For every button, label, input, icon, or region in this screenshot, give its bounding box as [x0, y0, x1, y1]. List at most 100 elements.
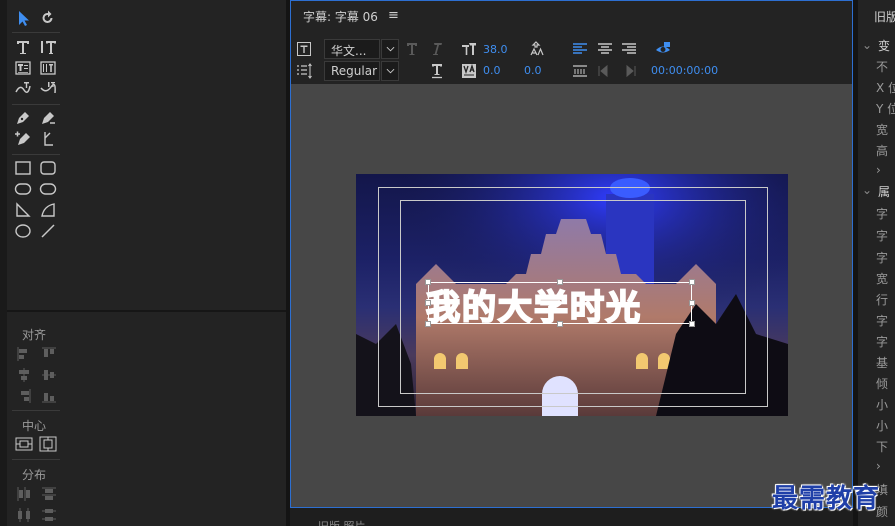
distribute-top-icon [41, 486, 57, 502]
selection-tool-icon[interactable] [12, 9, 34, 27]
property-x-position: X 位 [876, 81, 895, 95]
watermark-logo: 最需教育 [772, 484, 881, 514]
kerning-value[interactable]: 0.0 [483, 64, 501, 77]
property-item: 小 [876, 398, 889, 412]
delete-anchor-point-tool-icon[interactable] [37, 109, 59, 127]
type-tool-icon[interactable] [12, 38, 34, 56]
roll-crawl-left-icon [596, 62, 614, 80]
property-item: 字 [876, 229, 889, 243]
resize-handle[interactable] [689, 300, 695, 306]
resize-handle[interactable] [689, 279, 695, 285]
timecode-value[interactable]: 00:00:00:00 [651, 64, 718, 77]
arc-tool-icon[interactable] [37, 201, 59, 219]
align-text-right-icon[interactable] [620, 40, 638, 58]
align-bottom-icon [41, 388, 57, 404]
resize-handle[interactable] [425, 321, 431, 327]
roll-crawl-right-icon [620, 62, 638, 80]
align-text-left-icon[interactable] [571, 40, 589, 58]
tool-separator [12, 154, 60, 155]
panel-edge [0, 0, 7, 526]
distribute-middle-icon [41, 507, 57, 523]
chevron-down-icon[interactable] [381, 39, 399, 59]
expand-chevron[interactable]: › [876, 459, 881, 473]
rounded-rectangle-tool-icon[interactable] [37, 159, 59, 177]
distribute-center-icon [16, 507, 32, 523]
ellipse-tool-icon[interactable] [12, 222, 34, 240]
property-item: 行 [876, 293, 889, 307]
caption-text[interactable]: 我的大学时光 [425, 280, 642, 329]
chevron-down-icon[interactable]: ⌄ [862, 183, 872, 197]
property-height: 高 [876, 144, 889, 158]
align-horizontal-center-icon [16, 367, 32, 383]
align-right-icon [16, 388, 32, 404]
distribute-label: 分布 [22, 468, 47, 482]
bottom-panel-label: 旧版 照片 [318, 518, 366, 526]
vertical-area-type-tool-icon[interactable] [37, 59, 59, 77]
resize-handle[interactable] [689, 321, 695, 327]
property-item: 字 [876, 335, 889, 349]
tool-separator [12, 410, 60, 411]
show-background-video-icon[interactable] [654, 40, 672, 58]
property-item: 字 [876, 251, 889, 265]
resize-handle[interactable] [425, 279, 431, 285]
kerning-icon [460, 62, 478, 80]
property-width: 宽 [876, 123, 889, 137]
chevron-down-icon[interactable]: ⌄ [862, 38, 872, 52]
center-label: 中心 [22, 419, 47, 433]
rectangle-tool-icon[interactable] [12, 159, 34, 177]
bold-icon [403, 40, 421, 58]
line-tool-icon[interactable] [37, 222, 59, 240]
property-item: 不 [876, 60, 889, 74]
font-size-value[interactable]: 38.0 [483, 43, 508, 56]
add-anchor-point-tool-icon[interactable] [12, 130, 34, 148]
rotation-tool-icon[interactable] [37, 9, 59, 27]
property-item: 宽 [876, 272, 889, 286]
center-vertical-icon[interactable] [39, 436, 57, 452]
rounded-corner-rectangle-tool-icon[interactable] [37, 180, 59, 198]
property-item: 字 [876, 207, 889, 221]
pen-tool-icon[interactable] [12, 109, 34, 127]
resize-handle[interactable] [425, 300, 431, 306]
font-style-select[interactable]: Regular [324, 61, 380, 81]
section-properties[interactable]: 属 [878, 183, 890, 200]
tool-separator [12, 459, 60, 460]
italic-icon [427, 40, 445, 58]
titler-tab-title[interactable]: 字幕: 字幕 06 [303, 8, 378, 25]
tab-stops-icon[interactable] [295, 62, 313, 80]
resize-handle[interactable] [557, 321, 563, 327]
panel-divider [7, 310, 286, 312]
tool-separator [12, 32, 60, 33]
property-item: 小 [876, 419, 889, 433]
leading-value[interactable]: 0.0 [524, 64, 542, 77]
resize-handle[interactable] [557, 279, 563, 285]
wedge-tool-icon[interactable] [12, 201, 34, 219]
tab-stops-ruler-icon[interactable] [571, 62, 589, 80]
font-size-icon [460, 40, 478, 58]
underline-icon[interactable] [428, 62, 446, 80]
property-item: 基 [876, 356, 889, 370]
expand-chevron[interactable]: › [876, 163, 881, 177]
align-top-icon [41, 346, 57, 362]
chevron-down-icon[interactable] [381, 61, 399, 81]
property-y-position: Y 位 [876, 102, 895, 116]
bottom-panel-strip [290, 508, 853, 526]
clipped-corner-rectangle-tool-icon[interactable] [12, 180, 34, 198]
align-text-center-icon[interactable] [596, 40, 614, 58]
font-family-select[interactable]: 华文... [324, 39, 380, 59]
leading-icon [527, 40, 545, 58]
property-item: 下 [876, 440, 889, 454]
new-title-icon[interactable] [295, 40, 313, 58]
align-vertical-center-icon [41, 367, 57, 383]
property-item: 倾 [876, 377, 889, 391]
properties-panel-header[interactable]: 旧版 [874, 8, 895, 25]
center-horizontal-icon[interactable] [15, 436, 33, 452]
convert-anchor-point-tool-icon[interactable] [37, 130, 59, 148]
vertical-type-tool-icon[interactable] [37, 38, 59, 56]
path-type-tool-icon[interactable] [12, 80, 34, 98]
align-label: 对齐 [22, 328, 47, 342]
section-transform[interactable]: 变 [878, 37, 890, 54]
vertical-path-type-tool-icon[interactable] [37, 80, 59, 98]
hamburger-icon[interactable]: ≡ [388, 8, 399, 23]
area-type-tool-icon[interactable] [12, 59, 34, 77]
property-item: 字 [876, 314, 889, 328]
